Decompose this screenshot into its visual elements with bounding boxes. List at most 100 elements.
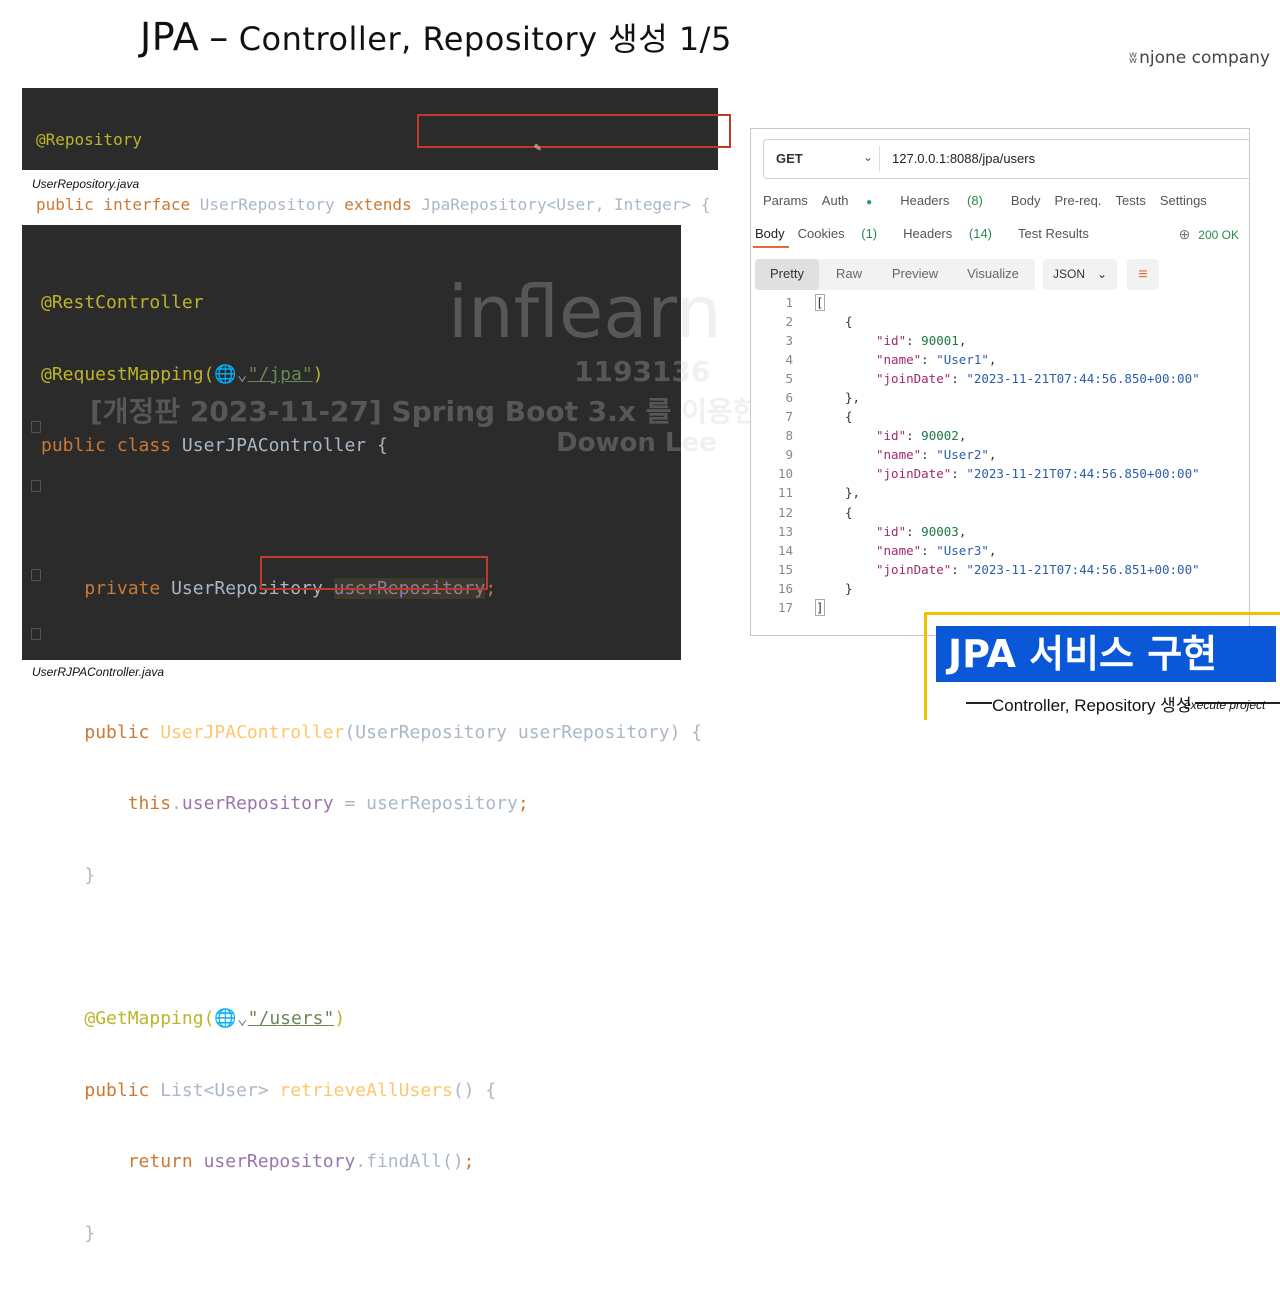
supertype: JpaRepository<User, Integer> { bbox=[421, 195, 711, 214]
json-code: "joinDate": "2023-11-21T07:44:56.850+00:… bbox=[876, 371, 1200, 387]
assignment: = userRepository bbox=[333, 793, 518, 815]
brand-glyph-icon: ʬ bbox=[1128, 48, 1138, 67]
json-line: 6}, bbox=[751, 388, 1247, 407]
json-string: "2023-11-21T07:44:56.850+00:00" bbox=[966, 466, 1200, 482]
line-number: 8 bbox=[785, 428, 793, 444]
tab-response-body[interactable]: Body bbox=[755, 226, 785, 241]
repository-file-label: UserRepository.java bbox=[32, 177, 140, 191]
tab-auth[interactable]: Auth ● bbox=[822, 193, 886, 208]
keyword: return bbox=[127, 1151, 193, 1173]
json-string: "2023-11-21T07:44:56.851+00:00" bbox=[966, 561, 1200, 577]
keyword: public class bbox=[41, 435, 172, 457]
brace: } bbox=[84, 864, 96, 886]
slide-title-main: JPA bbox=[140, 15, 200, 59]
keyword: private bbox=[84, 578, 161, 600]
tab-cookies[interactable]: Cookies (1) bbox=[798, 226, 890, 241]
line-number: 16 bbox=[777, 580, 793, 596]
wrap-lines-button[interactable]: ≡ bbox=[1127, 259, 1159, 290]
tab-response-headers[interactable]: Headers (14) bbox=[903, 226, 1005, 241]
json-bracket: ] bbox=[815, 598, 825, 616]
line-number: 12 bbox=[777, 504, 793, 520]
json-code: "joinDate": "2023-11-21T07:44:56.851+00:… bbox=[876, 561, 1200, 577]
slide-title: JPA – Controller, Repository 생성 1/5 bbox=[140, 14, 732, 60]
code-line: public List<User> retrieveAllUsers() { bbox=[22, 1076, 681, 1106]
annotation: @Repository bbox=[36, 130, 142, 149]
view-preview[interactable]: Preview bbox=[879, 259, 951, 290]
tab-test-results[interactable]: Test Results bbox=[1018, 226, 1089, 241]
code-line: } bbox=[22, 1219, 681, 1249]
globe-icon[interactable]: 🌐⌄ bbox=[214, 1008, 247, 1029]
url-input[interactable]: 127.0.0.1:8088/jpa/users bbox=[892, 151, 1035, 166]
dot: . bbox=[171, 793, 182, 815]
view-pretty[interactable]: Pretty bbox=[755, 259, 819, 290]
params: (UserRepository userRepository) { bbox=[344, 721, 703, 743]
field: userRepository bbox=[203, 1151, 356, 1173]
code-line: public interface UserRepository extends … bbox=[22, 191, 718, 218]
json-code: "id": 90003, bbox=[876, 523, 967, 539]
field: userRepository bbox=[181, 793, 334, 815]
json-line: 2{ bbox=[751, 312, 1247, 331]
line-number: 2 bbox=[785, 314, 793, 330]
json-viewer: 1[ 2{ 3 "id": 90001, 4 "name": "User1", 5 "… bbox=[751, 293, 1247, 617]
line-number: 3 bbox=[785, 333, 793, 349]
code-line: @RestController bbox=[22, 288, 681, 318]
params: () { bbox=[452, 1079, 497, 1101]
line-number: 13 bbox=[777, 523, 793, 539]
method-select[interactable]: GET bbox=[776, 151, 803, 166]
url-string[interactable]: "/jpa" bbox=[248, 364, 313, 385]
format-select[interactable]: JSON ⌄ bbox=[1043, 259, 1117, 290]
json-line: 4 "name": "User1", bbox=[751, 350, 1247, 369]
fold-icon[interactable] bbox=[31, 480, 41, 492]
chevron-down-icon: ⌄ bbox=[1096, 267, 1107, 281]
view-raw[interactable]: Raw bbox=[819, 259, 879, 290]
globe-icon[interactable]: ⊕ bbox=[1179, 226, 1191, 242]
json-string: "User1" bbox=[936, 352, 989, 368]
json-line: 3 "id": 90001, bbox=[751, 331, 1247, 350]
view-visualize[interactable]: Visualize bbox=[951, 259, 1035, 290]
globe-icon[interactable]: 🌐⌄ bbox=[214, 364, 247, 385]
line-number: 4 bbox=[785, 352, 793, 368]
json-line: 1[ bbox=[751, 293, 1247, 312]
json-line: 12 { bbox=[751, 503, 1247, 522]
json-number: 90001 bbox=[921, 333, 959, 349]
banner-title: JPA 서비스 구현 bbox=[936, 626, 1276, 682]
constructor-name: UserJPAController bbox=[160, 721, 345, 743]
chevron-down-icon[interactable]: ⌄ bbox=[863, 150, 873, 164]
keyword: extends bbox=[344, 195, 412, 214]
line-number: 6 bbox=[785, 390, 793, 406]
json-key: "id" bbox=[876, 428, 907, 444]
json-key: "id" bbox=[876, 333, 907, 349]
brand-logo: ʬ njone company bbox=[1129, 48, 1270, 68]
json-string: "2023-11-21T07:44:56.850+00:00" bbox=[966, 371, 1200, 387]
tab-settings[interactable]: Settings bbox=[1160, 193, 1207, 208]
url-string[interactable]: "/users" bbox=[248, 1008, 335, 1029]
cookies-count: (1) bbox=[861, 226, 878, 241]
json-number: 90002 bbox=[921, 428, 959, 444]
tab-prereq[interactable]: Pre-req. bbox=[1055, 193, 1102, 208]
json-key: "joinDate" bbox=[876, 561, 952, 577]
annotation: @RequestMapping( bbox=[41, 363, 215, 385]
fold-icon[interactable] bbox=[31, 628, 41, 640]
line-number: 7 bbox=[785, 409, 793, 425]
json-string: "User3" bbox=[936, 542, 989, 558]
code-line: public UserJPAController(UserRepository … bbox=[22, 718, 702, 748]
highlight-box bbox=[417, 114, 731, 148]
json-key: "joinDate" bbox=[876, 371, 952, 387]
keyword: this bbox=[127, 793, 172, 815]
json-key: "joinDate" bbox=[876, 466, 952, 482]
line-number: 14 bbox=[777, 542, 793, 558]
tab-tests[interactable]: Tests bbox=[1115, 193, 1145, 208]
json-code: } bbox=[845, 580, 853, 596]
json-line: 16} bbox=[751, 579, 1247, 598]
tab-params[interactable]: Params bbox=[763, 193, 808, 208]
response-tabs: Body Cookies (1) Headers (14) Test Results bbox=[755, 226, 1102, 241]
line-number: 9 bbox=[785, 447, 793, 463]
response-headers-count: (14) bbox=[968, 226, 993, 241]
code-line: @GetMapping(🌐⌄"/users") bbox=[22, 1004, 681, 1034]
json-line: 11}, bbox=[751, 483, 1247, 502]
tab-body[interactable]: Body bbox=[1011, 193, 1041, 208]
json-line: 9 "name": "User2", bbox=[751, 445, 1247, 464]
tab-headers[interactable]: Headers (8) bbox=[900, 193, 997, 208]
status-badge[interactable]: 200 OK bbox=[1198, 228, 1239, 242]
